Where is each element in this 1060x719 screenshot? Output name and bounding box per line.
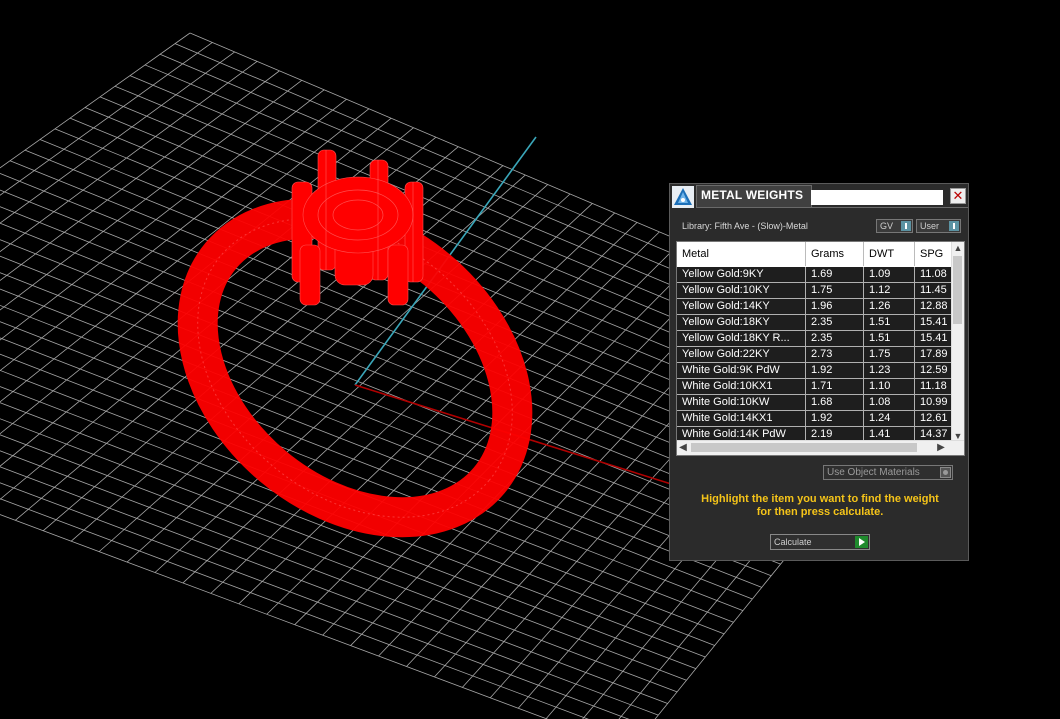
cell-metal: White Gold:14KX1 [677,411,806,426]
instructions-text: Highlight the item you want to find the … [680,493,960,519]
table-row[interactable]: Yellow Gold:22KY 2.73 1.75 17.89 [677,347,953,363]
use-object-materials-toggle[interactable]: Use Object Materials [823,465,953,480]
header-dwt[interactable]: DWT [864,242,915,266]
cell-dwt: 1.09 [864,267,915,282]
table-row[interactable]: Yellow Gold:18KY 2.35 1.51 15.41 [677,315,953,331]
cell-dwt: 1.08 [864,395,915,410]
table-row[interactable]: Yellow Gold:9KY 1.69 1.09 11.08 [677,267,953,283]
title-tab: METAL WEIGHTS [696,185,812,208]
cell-metal: Yellow Gold:18KY R... [677,331,806,346]
table-row[interactable]: White Gold:14KX1 1.92 1.24 12.61 [677,411,953,427]
gv-toggle[interactable]: GV [876,219,913,233]
calculate-label: Calculate [774,537,812,547]
cell-metal: White Gold:10KX1 [677,379,806,394]
metal-table[interactable]: Metal Grams DWT SPG Yellow Gold:9KY 1.69 1… [676,241,965,456]
cell-spg: 11.18 [920,380,947,392]
cell-metal: Yellow Gold:9KY [677,267,806,282]
cell-spg: 11.45 [920,284,947,296]
cell-grams: 1.69 [806,267,864,282]
cell-dwt: 1.10 [864,379,915,394]
vertical-scrollbar[interactable]: ▲ ▼ [951,242,964,442]
cell-dwt: 1.12 [864,283,915,298]
panel-titlebar[interactable]: METAL WEIGHTS ✕ [670,184,968,210]
panel-title: METAL WEIGHTS [701,188,804,202]
cell-dwt: 1.51 [864,315,915,330]
cell-dwt: 1.24 [864,411,915,426]
user-toggle-label: User [920,221,940,231]
cell-metal: Yellow Gold:18KY [677,315,806,330]
metal-weights-panel: METAL WEIGHTS ✕ Library: Fifth Ave - (Sl… [669,183,969,561]
cell-dwt: 1.26 [864,299,915,314]
cell-grams: 1.92 [806,411,864,426]
cell-grams: 1.75 [806,283,864,298]
table-header: Metal Grams DWT SPG [677,242,953,266]
instructions-line-2: for then press calculate. [756,506,884,518]
cell-metal: Yellow Gold:14KY [677,299,806,314]
scroll-right-icon[interactable]: ▶ [935,441,947,455]
table-row[interactable]: Yellow Gold:14KY 1.96 1.26 12.88 [677,299,953,315]
user-toggle[interactable]: User [916,219,961,233]
cell-dwt: 1.23 [864,363,915,378]
cell-dwt: 1.75 [864,347,915,362]
library-label: Library: Fifth Ave - (Slow)-Metal [682,221,808,231]
toggle-indicator-icon [901,221,911,231]
gv-toggle-label: GV [880,221,894,231]
cell-metal: White Gold:9K PdW [677,363,806,378]
cell-dwt: 1.51 [864,331,915,346]
use-object-materials-label: Use Object Materials [827,467,920,478]
cell-metal: Yellow Gold:22KY [677,347,806,362]
table-row[interactable]: Yellow Gold:10KY 1.75 1.12 11.45 [677,283,953,299]
matrix-logo-icon [672,186,694,208]
play-arrow-icon [855,536,868,548]
toggle-indicator-icon [949,221,959,231]
cell-spg: 15.41 [920,332,948,344]
scroll-thumb[interactable] [953,256,962,324]
scroll-thumb[interactable] [691,443,917,452]
scroll-up-icon[interactable]: ▲ [952,242,964,254]
horizontal-scrollbar[interactable]: ◀ ▶ [677,440,964,455]
calculate-button[interactable]: Calculate [770,534,870,550]
title-divider [696,207,968,208]
cell-spg: 17.89 [920,348,948,360]
cell-grams: 1.96 [806,299,864,314]
table-row[interactable]: White Gold:9K PdW 1.92 1.23 12.59 [677,363,953,379]
cell-grams: 2.35 [806,331,864,346]
cell-grams: 1.71 [806,379,864,394]
cell-grams: 2.35 [806,315,864,330]
cell-spg: 12.88 [920,300,948,312]
title-strip [811,190,943,205]
cell-metal: Yellow Gold:10KY [677,283,806,298]
table-row[interactable]: Yellow Gold:18KY R... 2.35 1.51 15.41 [677,331,953,347]
cell-grams: 1.68 [806,395,864,410]
header-grams[interactable]: Grams [806,242,864,266]
header-metal[interactable]: Metal [677,242,806,266]
cell-spg: 12.61 [920,412,948,424]
cell-spg: 11.08 [920,268,947,280]
close-icon[interactable]: ✕ [950,188,966,204]
instructions-line-1: Highlight the item you want to find the … [701,493,939,505]
radio-indicator-icon [940,467,951,478]
cell-grams: 2.73 [806,347,864,362]
cell-spg: 12.59 [920,364,948,376]
cell-spg: 10.99 [920,396,948,408]
cell-spg: 15.41 [920,316,948,328]
table-row[interactable]: White Gold:10KX1 1.71 1.10 11.18 [677,379,953,395]
table-row[interactable]: White Gold:10KW 1.68 1.08 10.99 [677,395,953,411]
header-spg[interactable]: SPG [915,242,955,266]
cell-grams: 1.92 [806,363,864,378]
scroll-left-icon[interactable]: ◀ [677,441,689,455]
cell-metal: White Gold:10KW [677,395,806,410]
